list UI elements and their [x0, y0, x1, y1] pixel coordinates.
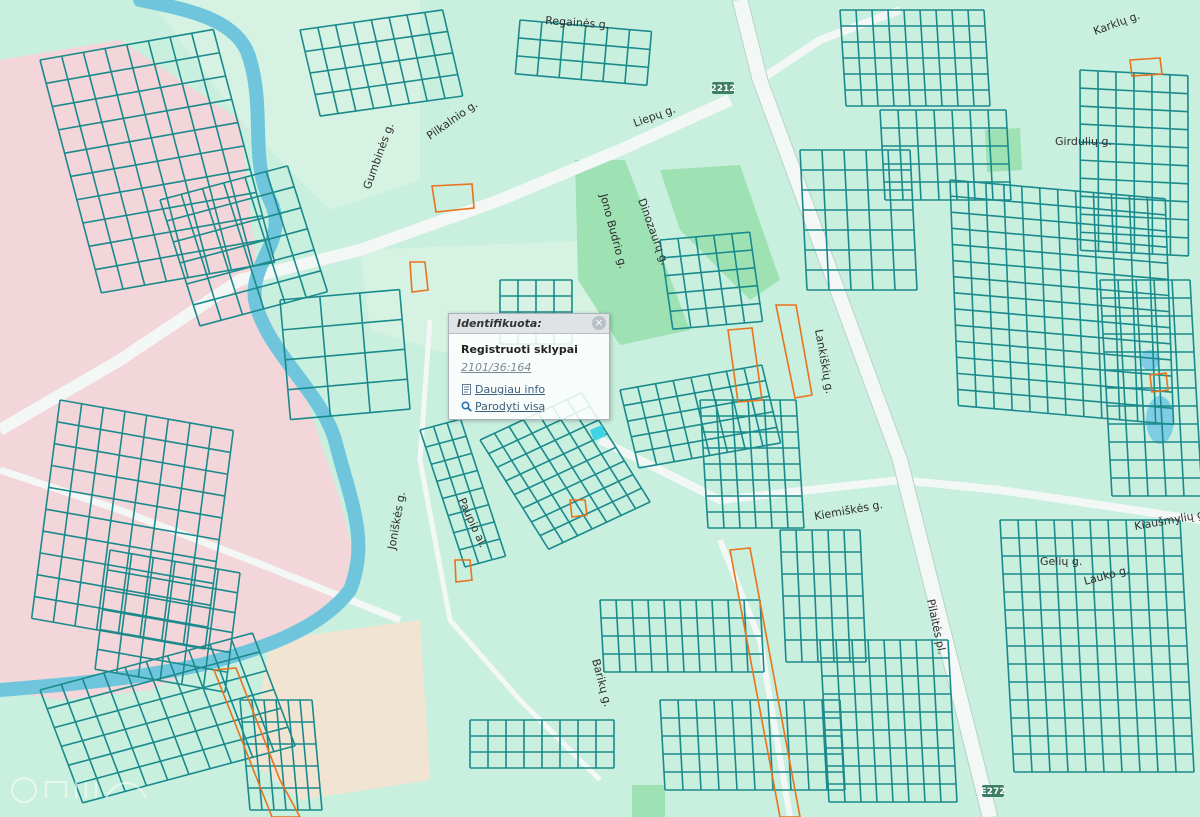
more-info-link[interactable]: Daugiau info	[461, 383, 545, 396]
parcel-id-link[interactable]: 2101/36:164	[461, 361, 531, 374]
svg-text:2212: 2212	[710, 84, 735, 94]
identify-popup[interactable]: Identifikuota: × Registruoti sklypai 210…	[448, 313, 610, 420]
green-block-3	[632, 785, 665, 817]
road-shield-2212: 2212	[710, 82, 736, 94]
lake	[1146, 396, 1174, 444]
close-icon[interactable]: ×	[592, 316, 606, 330]
street-label-geliu: Gelių g.	[1040, 555, 1082, 568]
more-info-label: Daugiau info	[475, 383, 546, 396]
document-icon	[462, 384, 471, 395]
street-label-girduliu: Girdulių g.	[1055, 135, 1112, 148]
road-shield-e272: E272	[981, 785, 1006, 797]
show-all-link[interactable]: Parodyti visą	[461, 400, 545, 413]
pond	[1140, 350, 1160, 370]
magnifier-icon	[461, 401, 472, 412]
watermark-logo	[11, 777, 147, 803]
popup-title: Identifikuota:	[449, 314, 609, 334]
svg-text:E272: E272	[981, 787, 1006, 797]
show-all-label: Parodyti visą	[475, 400, 546, 413]
popup-layer-name: Registruoti sklypai	[461, 343, 578, 356]
